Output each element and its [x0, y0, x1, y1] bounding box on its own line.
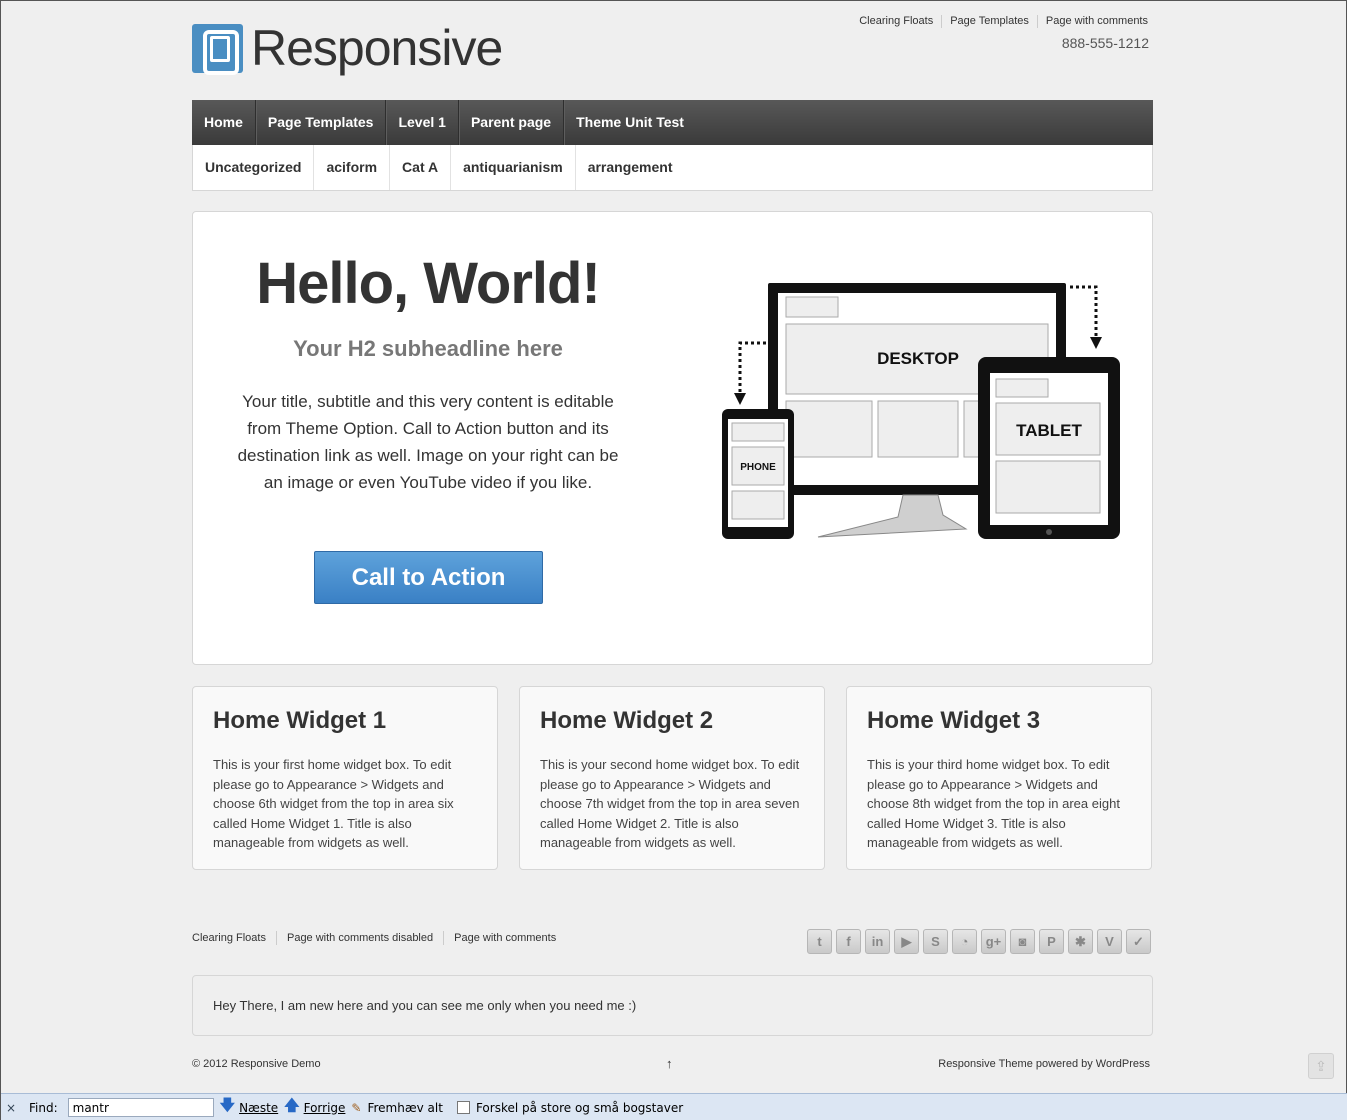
find-next-label: Næste	[239, 1100, 279, 1115]
widget-text: This is your first home widget box. To e…	[213, 757, 454, 850]
instagram-icon[interactable]: ◙	[1010, 929, 1035, 954]
home-widget-1: Home Widget 1 This is your first home wi…	[192, 686, 498, 870]
widget-title: Home Widget 2	[540, 707, 714, 734]
home-widget-2: Home Widget 2 This is your second home w…	[519, 686, 825, 870]
phone-label: PHONE	[740, 462, 776, 473]
home-widget-3: Home Widget 3 This is your third home wi…	[846, 686, 1152, 870]
hero-subtitle: Your H2 subheadline here	[293, 336, 563, 361]
rss-icon[interactable]: ◔	[952, 929, 977, 954]
responsive-devices-image: DESKTOP TABLET PHONE	[722, 283, 1120, 539]
widget-text: This is your third home widget box. To e…	[867, 757, 1120, 850]
stumbleupon-icon[interactable]: S	[923, 929, 948, 954]
subnav-item-cat-a[interactable]: Cat A	[390, 145, 452, 190]
hero-title: Hello, World!	[256, 251, 601, 316]
footer-menu: Clearing Floats Page with comments disab…	[192, 931, 566, 945]
top-menu: Clearing Floats Page Templates Page with…	[851, 15, 1148, 28]
find-label: Find:	[29, 1100, 58, 1115]
twitter-icon[interactable]: t	[807, 929, 832, 954]
find-bar: × Find: 🡇 Næste 🡅 Forrige ✎ Fremhæv alt …	[1, 1093, 1347, 1120]
arrow-down-icon: 🡇	[219, 1096, 236, 1114]
match-case-checkbox[interactable]	[456, 1101, 470, 1114]
logo-text: Responsive	[251, 20, 503, 76]
sub-nav: Uncategorized aciform Cat A antiquariani…	[192, 145, 1153, 191]
scroll-top-link[interactable]: ↑	[666, 1056, 673, 1071]
find-prev-label: Forrige	[303, 1100, 346, 1115]
copyright: © 2012 Responsive Demo	[192, 1058, 321, 1070]
google-plus-icon[interactable]: g+	[981, 929, 1006, 954]
nav-item-home[interactable]: Home	[192, 100, 256, 145]
phone-number: 888-555-1212	[1061, 35, 1149, 51]
desktop-label: DESKTOP	[877, 349, 959, 368]
youtube-icon[interactable]: ▶	[894, 929, 919, 954]
highlight-all-label: Fremhæv alt	[367, 1100, 443, 1115]
tablet-label: TABLET	[1016, 421, 1082, 440]
foursquare-icon[interactable]: ✓	[1126, 929, 1151, 954]
call-to-action-button[interactable]: Call to Action	[314, 551, 543, 604]
phone-logo-icon	[192, 23, 243, 75]
top-menu-link[interactable]: Clearing Floats	[851, 15, 941, 28]
top-menu-link[interactable]: Page Templates	[941, 15, 1037, 28]
footer-menu-link[interactable]: Page with comments disabled	[275, 931, 443, 945]
find-next-button[interactable]: 🡇 Næste	[220, 1095, 279, 1120]
footer-menu-link[interactable]: Clearing Floats	[192, 931, 276, 945]
subnav-item-arrangement[interactable]: arrangement	[576, 145, 685, 190]
powered-by[interactable]: Responsive Theme powered by WordPress	[938, 1058, 1150, 1070]
widget-text: This is your second home widget box. To …	[540, 757, 800, 850]
colophon-widget: Hey There, I am new here and you can see…	[192, 975, 1153, 1036]
widget-title: Home Widget 1	[213, 707, 387, 734]
arrow-up-icon: 🡅	[284, 1096, 300, 1114]
linkedin-icon[interactable]: in	[865, 929, 890, 954]
match-case-label: Forskel på store og små bogstaver	[475, 1100, 684, 1115]
find-input[interactable]	[67, 1098, 214, 1117]
close-icon[interactable]: ×	[1, 1101, 21, 1115]
facebook-icon[interactable]: f	[836, 929, 861, 954]
main-nav: Home Page Templates Level 1 Parent page …	[192, 100, 1153, 145]
top-menu-link[interactable]: Page with comments	[1036, 15, 1148, 28]
hero-content: Your title, subtitle and this very conte…	[237, 392, 619, 492]
nav-item-parent-page[interactable]: Parent page	[459, 100, 565, 145]
find-prev-button[interactable]: 🡅 Forrige	[284, 1095, 345, 1120]
share-icon[interactable]: ⇪	[1308, 1053, 1334, 1079]
subnav-item-aciform[interactable]: aciform	[314, 145, 391, 190]
pinterest-icon[interactable]: P	[1039, 929, 1064, 954]
social-icons: t f in ▶ S ◔ g+ ◙ P ✱ V ✓	[807, 929, 1155, 954]
yelp-icon[interactable]: ✱	[1068, 929, 1093, 954]
nav-item-level-1[interactable]: Level 1	[386, 100, 459, 145]
nav-item-theme-unit-test[interactable]: Theme Unit Test	[564, 100, 696, 145]
site-logo[interactable]: Responsive	[192, 20, 503, 76]
highlight-all-button[interactable]: ✎ Fremhæv alt	[351, 1101, 443, 1115]
hero-section: Hello, World! Your H2 subheadline here Y…	[192, 211, 1153, 665]
subnav-item-uncategorized[interactable]: Uncategorized	[193, 145, 315, 190]
highlighter-icon: ✎	[351, 1100, 362, 1115]
vimeo-icon[interactable]: V	[1097, 929, 1122, 954]
footer-menu-link[interactable]: Page with comments	[443, 931, 566, 945]
nav-item-page-templates[interactable]: Page Templates	[256, 100, 387, 145]
subnav-item-antiquarianism[interactable]: antiquarianism	[451, 145, 576, 190]
widget-title: Home Widget 3	[867, 707, 1041, 734]
